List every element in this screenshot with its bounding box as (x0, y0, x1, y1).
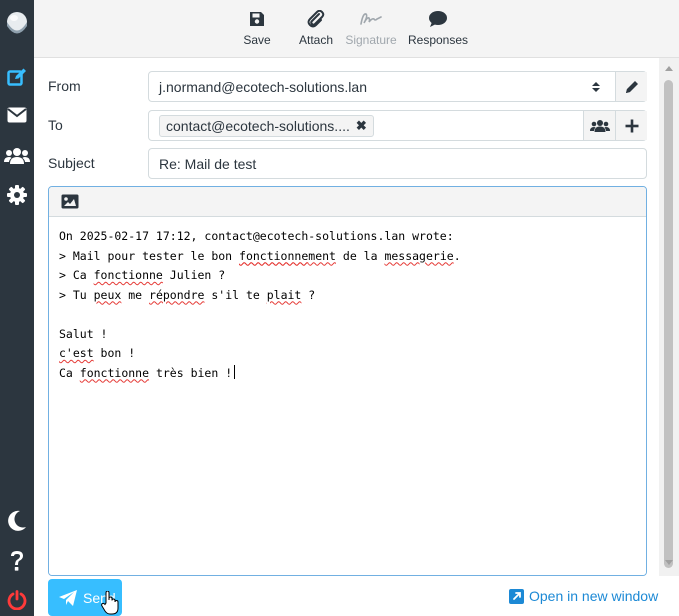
from-select[interactable]: j.normand@ecotech-solutions.lan (148, 71, 647, 102)
body-line: > Mail pour tester le bon fonctionnement… (59, 248, 461, 263)
misspelled-word: c'est (59, 346, 94, 360)
attach-label: Attach (298, 33, 334, 47)
misspelled-word: fonctionne (239, 248, 309, 263)
paperclip-icon (307, 10, 325, 28)
gear-icon (7, 185, 27, 205)
save-button[interactable]: Save (242, 8, 272, 52)
to-label: To (48, 117, 63, 133)
floppy-disk-icon (250, 12, 264, 26)
left-navigation (0, 0, 34, 616)
compose-toolbar: Save Attach Signature Responses (34, 0, 679, 58)
insert-image-button[interactable] (61, 194, 79, 214)
message-body[interactable]: On 2025-02-17 17:12, contact@ecotech-sol… (49, 217, 646, 575)
users-icon (589, 119, 610, 132)
misspelled-word: plait (266, 287, 302, 302)
body-line (59, 305, 636, 325)
save-label: Save (243, 33, 271, 47)
hand-cursor-icon (101, 590, 119, 616)
recipient-chip[interactable]: contact@ecotech-solutions.... ✖ (159, 115, 374, 137)
external-window-icon (509, 588, 524, 604)
power-icon (7, 590, 27, 610)
misspelled-word: peux (93, 287, 122, 302)
help-button[interactable] (0, 544, 34, 578)
body-line: On 2025-02-17 17:12, contact@ecotech-sol… (59, 229, 454, 243)
pencil-icon (625, 80, 638, 93)
body-line: > Tu peux me répondre s'il te plait ? (59, 287, 316, 302)
compose-screen: Save Attach Signature Responses From j.n… (0, 0, 679, 616)
subject-value: Re: Mail de test (159, 156, 257, 172)
edit-identity-button[interactable] (615, 72, 647, 101)
body-line: c'est bon ! (59, 346, 136, 360)
settings-nav-button[interactable] (0, 178, 34, 212)
from-value: j.normand@ecotech-solutions.lan (159, 79, 367, 95)
users-icon (4, 148, 30, 164)
address-book-button[interactable] (583, 111, 615, 140)
logo-icon[interactable] (0, 6, 34, 40)
misspelled-word: fonctionne (93, 268, 163, 282)
compose-nav-button[interactable] (0, 60, 34, 94)
misspelled-word: messagerie (384, 248, 454, 263)
remove-recipient-icon[interactable]: ✖ (356, 118, 367, 134)
editor-toolbar (49, 187, 646, 217)
text-caret (234, 364, 236, 379)
subject-label: Subject (48, 155, 95, 171)
signature-button[interactable]: Signature (345, 8, 397, 52)
to-field[interactable]: contact@ecotech-solutions.... ✖ (148, 110, 647, 141)
scrollbar[interactable] (659, 58, 679, 576)
body-line: Salut ! (59, 326, 108, 341)
select-arrows-icon (591, 80, 601, 97)
add-recipient-button[interactable] (615, 111, 647, 140)
comment-icon (429, 11, 447, 27)
plus-icon (625, 119, 638, 132)
misspelled-word: fonctionnement (239, 248, 336, 263)
signature-icon (360, 13, 382, 25)
logout-button[interactable] (0, 583, 34, 616)
contacts-nav-button[interactable] (0, 139, 34, 173)
subject-input[interactable]: Re: Mail de test (148, 148, 647, 179)
attach-button[interactable]: Attach (296, 8, 336, 52)
recipient-address: contact@ecotech-solutions.... (166, 118, 350, 134)
mail-nav-button[interactable] (0, 98, 34, 132)
misspelled-word: répondre (149, 287, 205, 302)
scroll-up-arrow-icon[interactable] (659, 60, 679, 76)
paper-plane-icon (59, 589, 77, 606)
question-icon (11, 551, 23, 571)
scroll-down-arrow-icon[interactable] (659, 554, 679, 570)
open-new-window-label: Open in new window (529, 588, 659, 604)
misspelled-word: fonctionne (79, 365, 150, 380)
body-line-last: Ca fonctionne très bien ! (59, 364, 636, 384)
body-line-text: Ca fonctionne très bien ! (59, 365, 233, 380)
moon-icon (8, 510, 26, 531)
signature-label: Signature (345, 33, 397, 47)
responses-button[interactable]: Responses (408, 8, 468, 52)
scrollbar-thumb[interactable] (664, 80, 673, 568)
envelope-icon (7, 107, 27, 123)
compose-icon (7, 68, 26, 86)
image-icon (61, 194, 79, 209)
responses-label: Responses (407, 33, 469, 47)
body-line: > Ca fonctionne Julien ? (59, 268, 226, 282)
open-in-new-window-link[interactable]: Open in new window (509, 588, 658, 604)
dark-mode-button[interactable] (0, 504, 34, 538)
message-editor[interactable]: On 2025-02-17 17:12, contact@ecotech-sol… (48, 186, 647, 576)
from-label: From (48, 78, 81, 94)
